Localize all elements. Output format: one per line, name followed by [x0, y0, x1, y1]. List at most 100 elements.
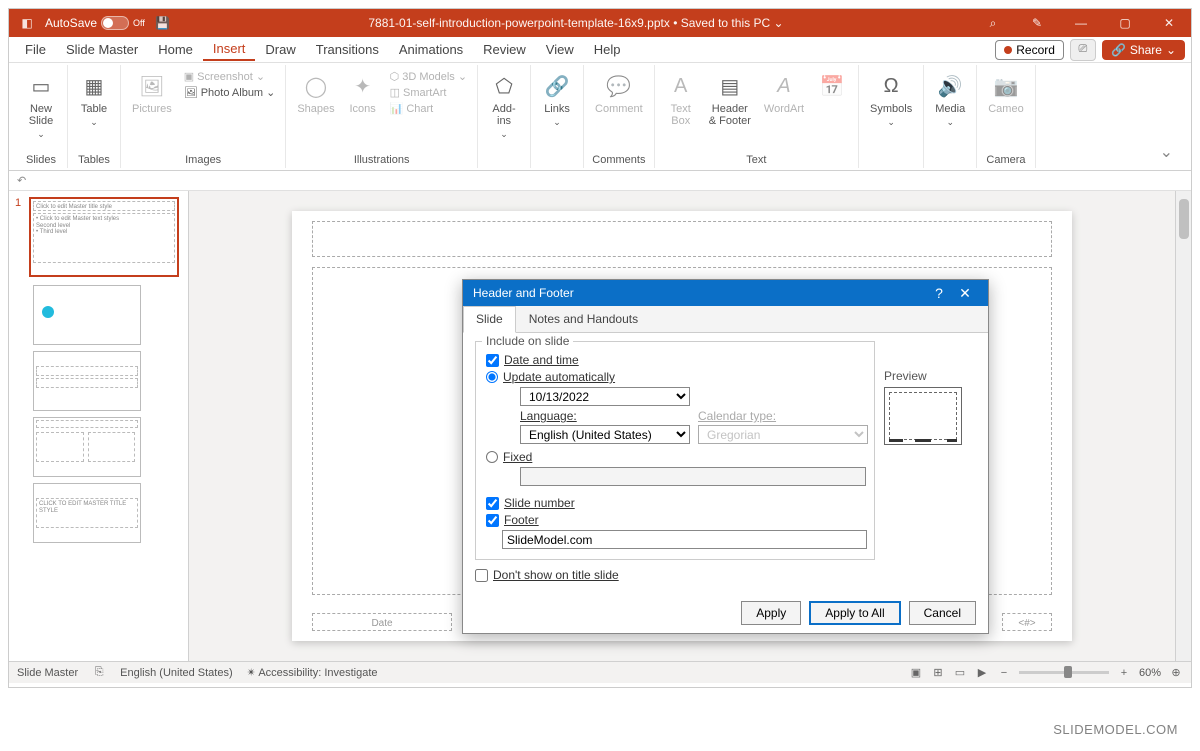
ribbon-group-tables: ▦Table⌄ Tables	[68, 65, 121, 168]
include-on-slide-label: Include on slide	[482, 334, 573, 348]
links-button[interactable]: 🔗Links⌄	[537, 69, 577, 130]
share-button[interactable]: 🔗 Share ⌄	[1102, 40, 1185, 60]
menu-help[interactable]: Help	[584, 39, 631, 60]
help-button[interactable]: ?	[926, 285, 952, 301]
footer-input[interactable]	[486, 514, 499, 527]
dont-show-input[interactable]	[475, 569, 488, 582]
zoom-out-button[interactable]: −	[997, 666, 1011, 680]
icons-icon: ✦	[348, 71, 378, 101]
ribbon-group-images: 🖼Pictures ▣Screenshot ⌄ 🖼Photo Album ⌄ I…	[121, 65, 286, 168]
chevron-down-icon: ⌄	[553, 117, 561, 128]
dialog-title-bar[interactable]: Header and Footer ? ✕	[463, 280, 988, 306]
media-button[interactable]: 🔊Media⌄	[930, 69, 970, 130]
chevron-down-icon: ⌄	[37, 129, 45, 140]
group-label: Illustrations	[354, 154, 410, 168]
fixed-date-input	[520, 467, 866, 486]
new-slide-button[interactable]: ▭New Slide⌄	[21, 69, 61, 142]
maximize-icon[interactable]: ▢	[1111, 11, 1139, 35]
share-label: Share	[1130, 43, 1162, 57]
thumbnail-image[interactable]: Click to edit Master title style • Click…	[29, 197, 179, 277]
ribbon: ▭New Slide⌄ Slides ▦Table⌄ Tables 🖼Pictu…	[9, 63, 1191, 171]
normal-view-icon[interactable]: ⊞	[931, 666, 945, 680]
date-time-checkbox[interactable]: Date and time	[486, 353, 864, 367]
date-time-input[interactable]	[486, 354, 499, 367]
close-icon[interactable]: ✕	[1155, 11, 1183, 35]
menu-view[interactable]: View	[536, 39, 584, 60]
photo-album-button[interactable]: 🖼Photo Album ⌄	[180, 85, 280, 100]
apply-button[interactable]: Apply	[741, 601, 801, 625]
fixed-radio[interactable]: Fixed	[486, 450, 864, 464]
layout-thumbnail[interactable]	[33, 285, 182, 345]
zoom-in-button[interactable]: +	[1117, 666, 1131, 680]
language-select[interactable]: English (United States)	[520, 425, 690, 444]
master-thumbnail[interactable]: 1 Click to edit Master title style • Cli…	[15, 197, 182, 277]
menu-insert[interactable]: Insert	[203, 38, 256, 61]
reading-view-icon[interactable]: ▭	[953, 666, 967, 680]
close-button[interactable]: ✕	[952, 285, 978, 302]
menu-home[interactable]: Home	[148, 39, 203, 60]
pen-icon[interactable]: ✎	[1023, 11, 1051, 35]
zoom-level[interactable]: 60%	[1139, 667, 1161, 679]
zoom-slider[interactable]	[1019, 671, 1109, 674]
camera-icon: 📷	[991, 71, 1021, 101]
chevron-down-icon: ⌄	[946, 117, 954, 128]
tab-slide[interactable]: Slide	[463, 306, 516, 333]
autosave-toggle[interactable]: AutoSave Off	[45, 16, 145, 30]
ribbon-group-links: 🔗Links⌄	[531, 65, 584, 168]
spellcheck-icon[interactable]: ⎘	[92, 666, 106, 680]
update-auto-radio[interactable]: Update automatically	[486, 370, 864, 384]
addins-button[interactable]: ⬠Add- ins⌄	[484, 69, 524, 142]
date-placeholder[interactable]: Date	[312, 613, 452, 631]
update-auto-input[interactable]	[486, 371, 498, 383]
notes-button[interactable]: ▣	[909, 666, 923, 680]
menu-review[interactable]: Review	[473, 39, 536, 60]
symbols-button[interactable]: ΩSymbols⌄	[865, 69, 917, 130]
group-label: Tables	[78, 154, 110, 168]
fit-to-window-button[interactable]: ⊕	[1169, 666, 1183, 680]
layout-thumbnail[interactable]	[33, 417, 182, 477]
cancel-button[interactable]: Cancel	[909, 601, 976, 625]
status-language[interactable]: English (United States)	[120, 667, 233, 679]
apply-to-all-button[interactable]: Apply to All	[809, 601, 900, 625]
date-format-select[interactable]: 10/13/2022	[520, 387, 690, 406]
dialog-preview: Preview	[884, 369, 974, 445]
menu-slide-master[interactable]: Slide Master	[56, 39, 148, 60]
slideshow-view-icon[interactable]: ▶	[975, 666, 989, 680]
title-placeholder[interactable]	[312, 221, 1052, 257]
ribbon-collapse-button[interactable]: ⌄	[1148, 136, 1185, 168]
ribbon-group-symbols: ΩSymbols⌄	[859, 65, 924, 168]
filename-text: 7881-01-self-introduction-powerpoint-tem…	[368, 16, 670, 30]
fixed-input[interactable]	[486, 451, 498, 463]
undo-icon[interactable]: ↶	[17, 174, 26, 187]
save-icon[interactable]: 💾	[153, 13, 173, 33]
dont-show-checkbox[interactable]: Don't show on title slide	[475, 568, 976, 582]
layout-thumbnail[interactable]	[33, 351, 182, 411]
footer-checkbox[interactable]: Footer	[486, 513, 864, 527]
number-placeholder[interactable]: <#>	[1002, 613, 1052, 631]
tab-notes-handouts[interactable]: Notes and Handouts	[516, 306, 651, 332]
table-button[interactable]: ▦Table⌄	[74, 69, 114, 130]
slide-number-input[interactable]	[486, 497, 499, 510]
title-dropdown-icon[interactable]: ⌄	[773, 16, 783, 30]
text-box-button: AText Box	[661, 69, 701, 129]
group-label: Camera	[986, 154, 1025, 168]
status-accessibility[interactable]: ✴ Accessibility: Investigate	[247, 666, 378, 679]
header-footer-button[interactable]: ▤Header & Footer	[704, 69, 756, 129]
record-button[interactable]: Record	[995, 40, 1064, 60]
window-title: 7881-01-self-introduction-powerpoint-tem…	[173, 16, 979, 30]
menu-transitions[interactable]: Transitions	[306, 39, 389, 60]
layout-thumbnail[interactable]: CLICK TO EDIT MASTER TITLE STYLE	[33, 483, 182, 543]
autosave-switch-icon[interactable]	[101, 16, 129, 30]
menu-animations[interactable]: Animations	[389, 39, 473, 60]
chevron-down-icon: ⌄	[458, 70, 467, 83]
scroll-thumb[interactable]	[1179, 199, 1189, 239]
present-button[interactable]: ⎚	[1070, 39, 1096, 61]
footer-text-input[interactable]	[502, 530, 867, 549]
search-icon[interactable]: ⌕	[979, 11, 1007, 35]
slide-thumbnail-panel[interactable]: 1 Click to edit Master title style • Cli…	[9, 191, 189, 661]
menu-file[interactable]: File	[15, 39, 56, 60]
vertical-scrollbar[interactable]	[1175, 191, 1191, 661]
slide-number-checkbox[interactable]: Slide number	[486, 496, 864, 510]
menu-draw[interactable]: Draw	[255, 39, 305, 60]
minimize-icon[interactable]: —	[1067, 11, 1095, 35]
